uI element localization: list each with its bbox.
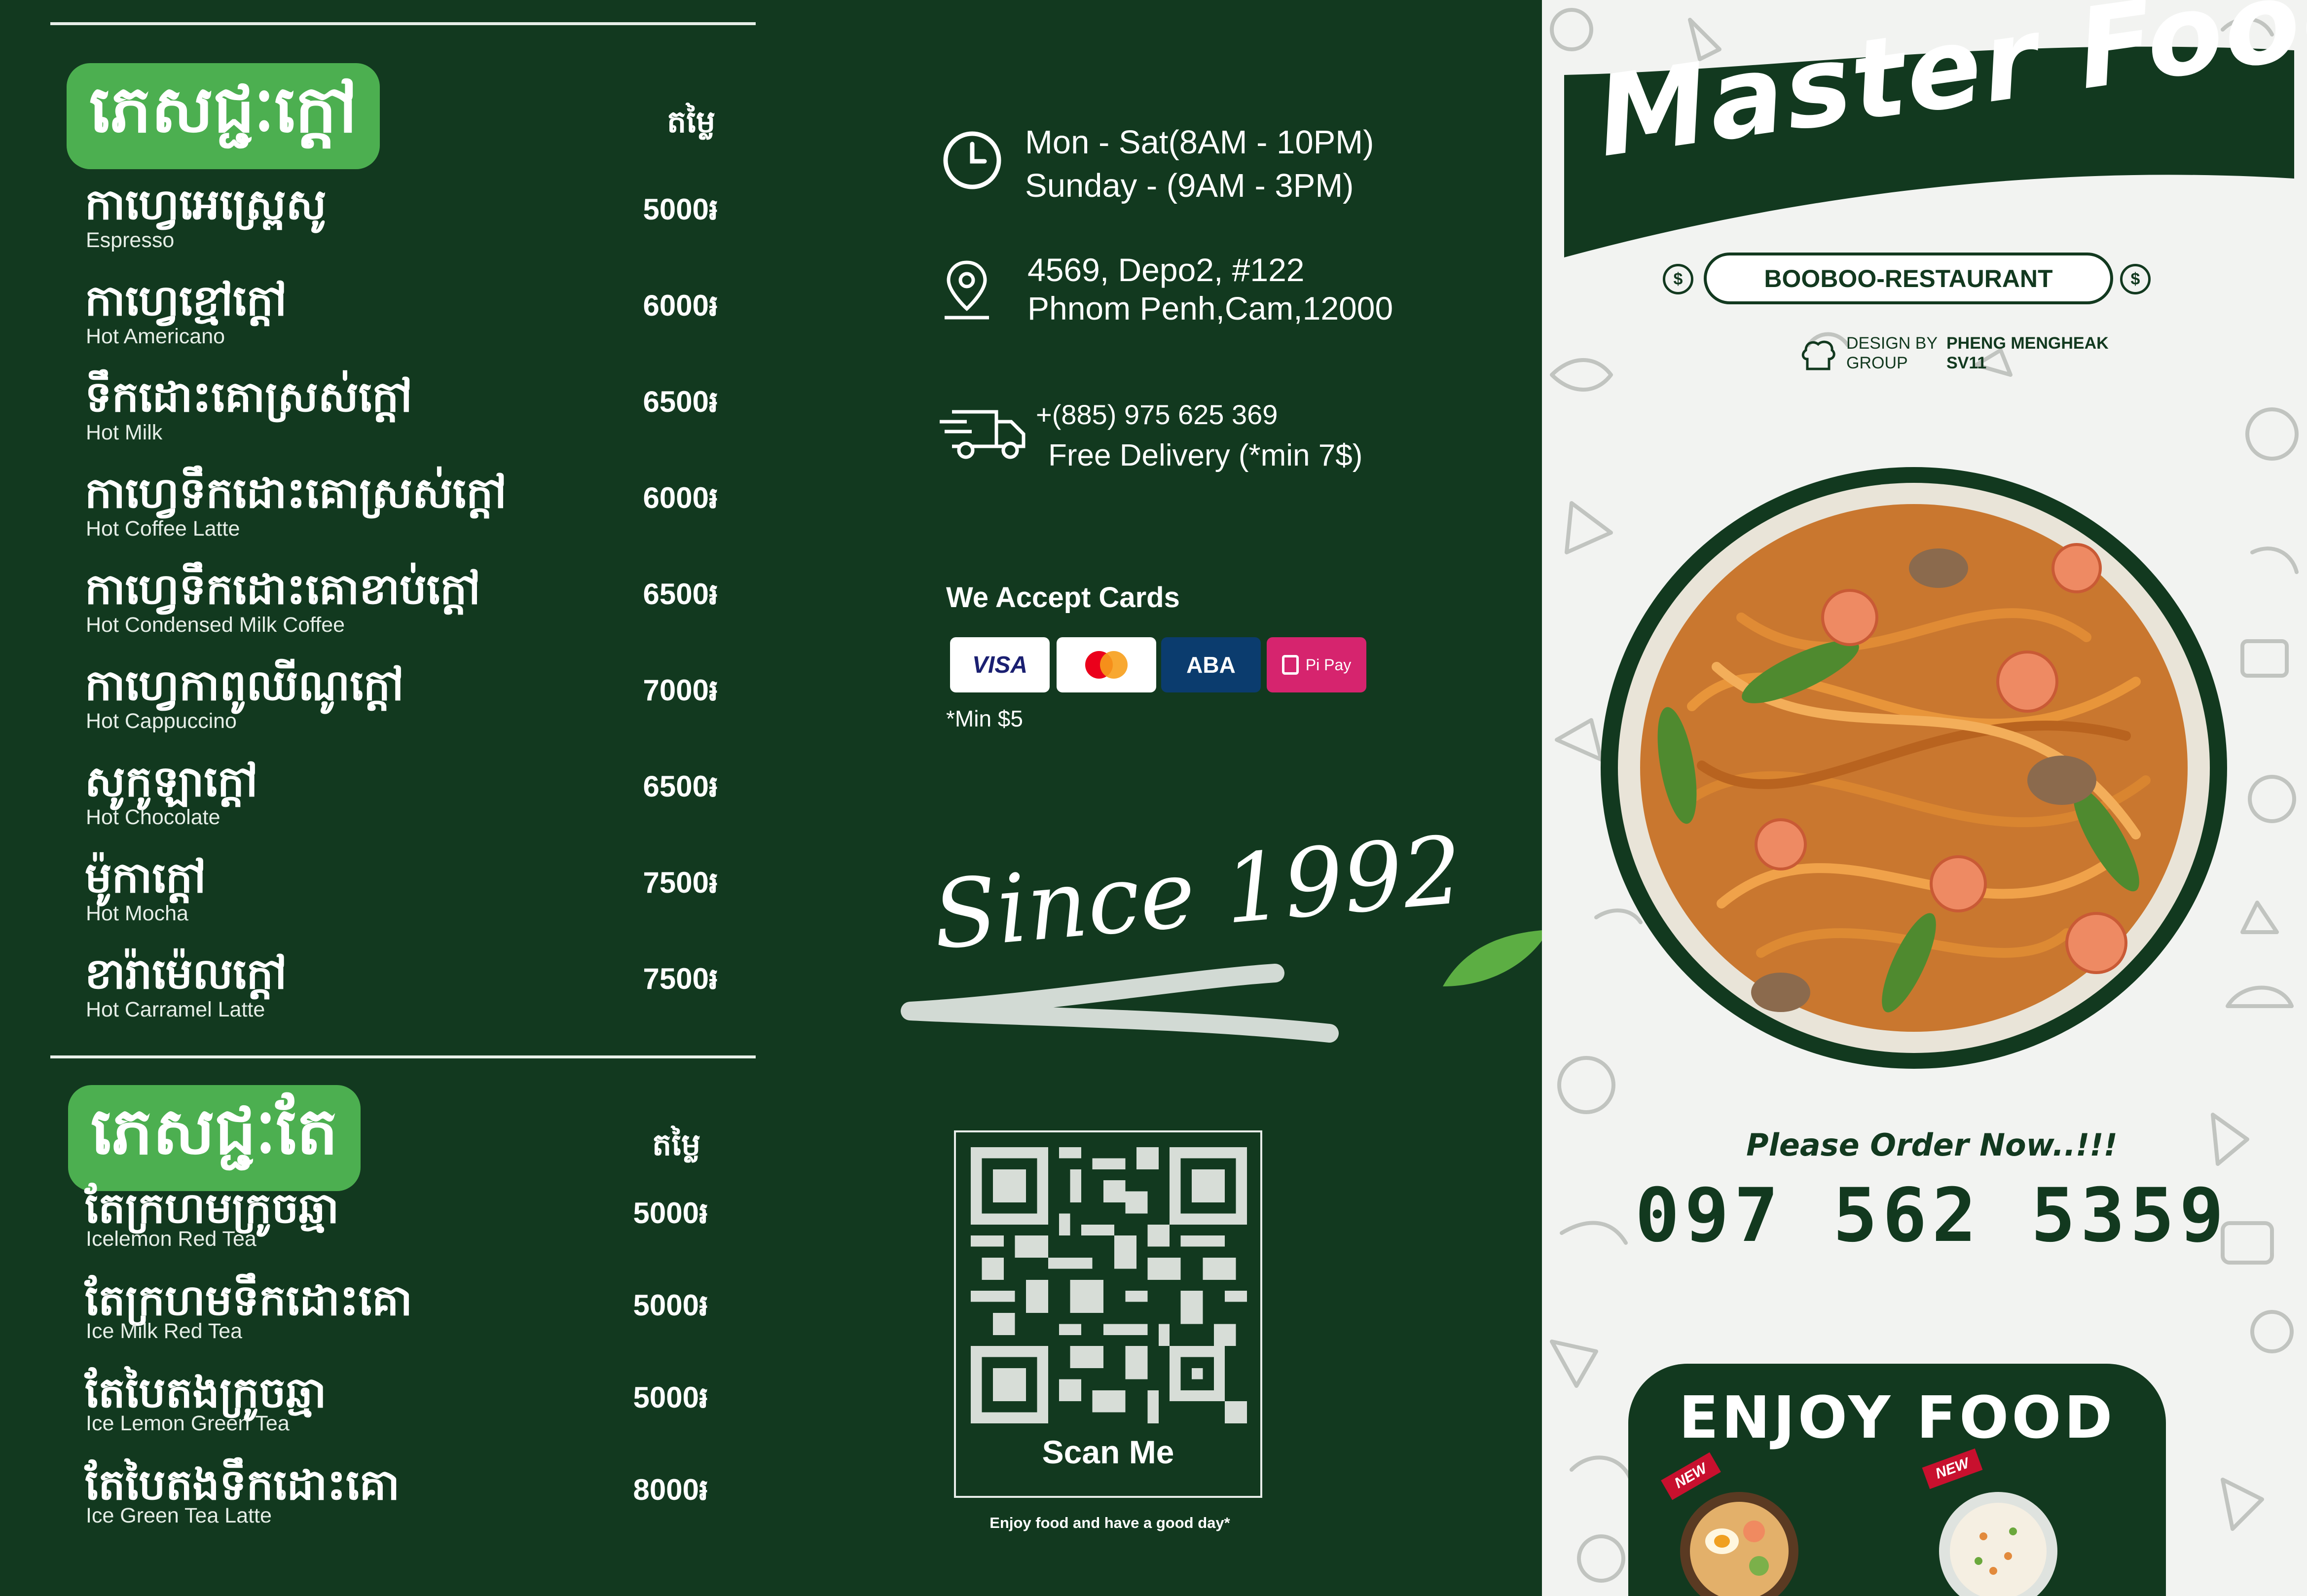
menu-item[interactable]: កាហ្វេទឹកដោះគោស្រស់ក្ដៅ Hot Coffee Latte… — [85, 469, 726, 552]
aba-card-logo: ABA — [1161, 637, 1261, 692]
item-price: 5000៛ — [633, 1289, 708, 1322]
cards-min-note: *Min $5 — [946, 706, 1023, 731]
mastercard-logo — [1057, 637, 1156, 692]
leaf-decoration — [1443, 930, 1549, 986]
item-price: 6500៛ — [643, 385, 718, 418]
menu-item[interactable]: កាហ្វេអេស្ព្រេសូ Espresso 5000៛ — [85, 180, 726, 264]
ramen-bowl-image — [1680, 1492, 1798, 1596]
address: 4569, Depo2, #122 Phnom Penh,Cam,12000 — [1027, 252, 1393, 326]
pipay-icon — [1282, 655, 1299, 675]
menu-item[interactable]: ទឹកដោះគោស្រស់ក្ដៅ Hot Milk 6500៛ — [85, 372, 726, 456]
enjoy-food-box: ENJOY FOOD NEW NEW — [1628, 1364, 2166, 1596]
menu-item[interactable]: កាហ្វេកាពូឈីណូក្ដៅ Hot Cappuccino 7000៛ — [85, 661, 726, 745]
since-tagline: Since 1992 — [928, 815, 1467, 971]
enjoy-food-title: ENJOY FOOD — [1679, 1383, 2116, 1451]
pipay-card-logo: Pi Pay — [1267, 637, 1366, 692]
location-pin-icon — [945, 260, 989, 320]
please-order-text: Please Order Now..!!! — [1746, 1127, 2118, 1163]
restaurant-name-badge: BOOBOO-RESTAURANT — [1704, 253, 2113, 304]
menu-item[interactable]: តែបៃតងទឹកដោះគោ Ice Green Tea Latte 8000៛ — [85, 1460, 716, 1544]
menu-item[interactable]: តែក្រហមក្រូចឆ្មា Icelemon Red Tea 5000៛ — [85, 1184, 716, 1268]
menu-panels: ភេសជ្ជៈក្ដៅ តម្លៃ កាហ្វេអេស្ព្រេសូ Espre… — [0, 0, 1549, 1596]
phone-number[interactable]: +(885) 975 625 369 — [1036, 399, 1278, 431]
menu-item[interactable]: ខារ៉ាម៉េលក្ដៅ Hot Carramel Latte 7500៛ — [85, 949, 726, 1033]
item-price: 7500៛ — [643, 962, 718, 995]
hot-price-header: តម្លៃ — [667, 104, 716, 140]
designer-credit: PHENG MENGHEAK SV11 — [1946, 334, 2109, 372]
item-price: 8000៛ — [633, 1473, 708, 1506]
tea-price-header: តម្លៃ — [652, 1126, 701, 1162]
menu-item[interactable]: ម៉ូកាក្ដៅ Hot Mocha 7500៛ — [85, 853, 726, 937]
item-price: 5000៛ — [643, 193, 718, 226]
cover-panel: Master Food $ BOOBOO-RESTAURANT $ DESIGN… — [1542, 0, 2307, 1596]
item-price: 6500៛ — [643, 578, 718, 611]
item-price: 6000៛ — [643, 481, 718, 514]
item-price: 5000៛ — [633, 1381, 708, 1414]
item-price: 5000៛ — [633, 1197, 708, 1230]
menu-item[interactable]: តែបៃតងក្រូចឆ្មា Ice Lemon Green Tea 5000… — [85, 1368, 716, 1452]
item-price: 6500៛ — [643, 770, 718, 803]
design-by-label: DESIGN BY GROUP — [1846, 334, 1938, 372]
top-divider — [50, 22, 756, 25]
opening-hours: Mon - Sat(8AM - 10PM) Sunday - (9AM - 3P… — [1025, 124, 1374, 204]
dollar-coin-icon: $ — [1663, 264, 1693, 294]
item-price: 6000៛ — [643, 289, 718, 322]
dollar-coin-icon: $ — [2120, 264, 2151, 294]
brush-stroke-underline — [901, 964, 1339, 1043]
noodle-dish-image — [1601, 467, 2227, 1069]
tea-category-pill: ភេសជ្ជៈតែ — [68, 1085, 361, 1191]
menu-item[interactable]: កាហ្វេខ្មៅក្ដៅ Hot Americano 6000៛ — [85, 276, 726, 360]
qr-code-frame[interactable]: Scan Me — [954, 1130, 1262, 1498]
hot-drinks-category-pill: ភេសជ្ជៈក្ដៅ — [67, 63, 380, 169]
order-phone-number[interactable]: 097 562 5359 — [1542, 1173, 2307, 1259]
item-price: 7500៛ — [643, 866, 718, 899]
visa-card-logo: VISA — [950, 637, 1050, 692]
menu-item[interactable]: សូកូឡាក្ដៅ Hot Chocolate 6500៛ — [85, 757, 726, 841]
menu-item[interactable]: តែក្រហមទឹកដោះគោ Ice Milk Red Tea 5000៛ — [85, 1276, 716, 1360]
item-price: 7000៛ — [643, 674, 718, 707]
chef-icon — [1801, 340, 1835, 370]
cards-heading: We Accept Cards — [946, 581, 1180, 614]
clock-icon — [943, 131, 1001, 189]
mastercard-icon — [1085, 651, 1128, 679]
menu-item[interactable]: កាហ្វេទឹកដោះគោខាប់ក្ដៅ Hot Condensed Mil… — [85, 565, 726, 649]
scan-me-label: Scan Me — [1042, 1434, 1174, 1470]
enjoy-note: Enjoy food and have a good day* — [989, 1514, 1230, 1531]
section-divider — [50, 1055, 756, 1058]
delivery-truck-icon — [940, 410, 1025, 459]
free-delivery-note: Free Delivery (*min 7$) — [1048, 438, 1363, 472]
fried-rice-plate-image — [1939, 1492, 2057, 1596]
qr-code-icon[interactable] — [971, 1147, 1247, 1423]
